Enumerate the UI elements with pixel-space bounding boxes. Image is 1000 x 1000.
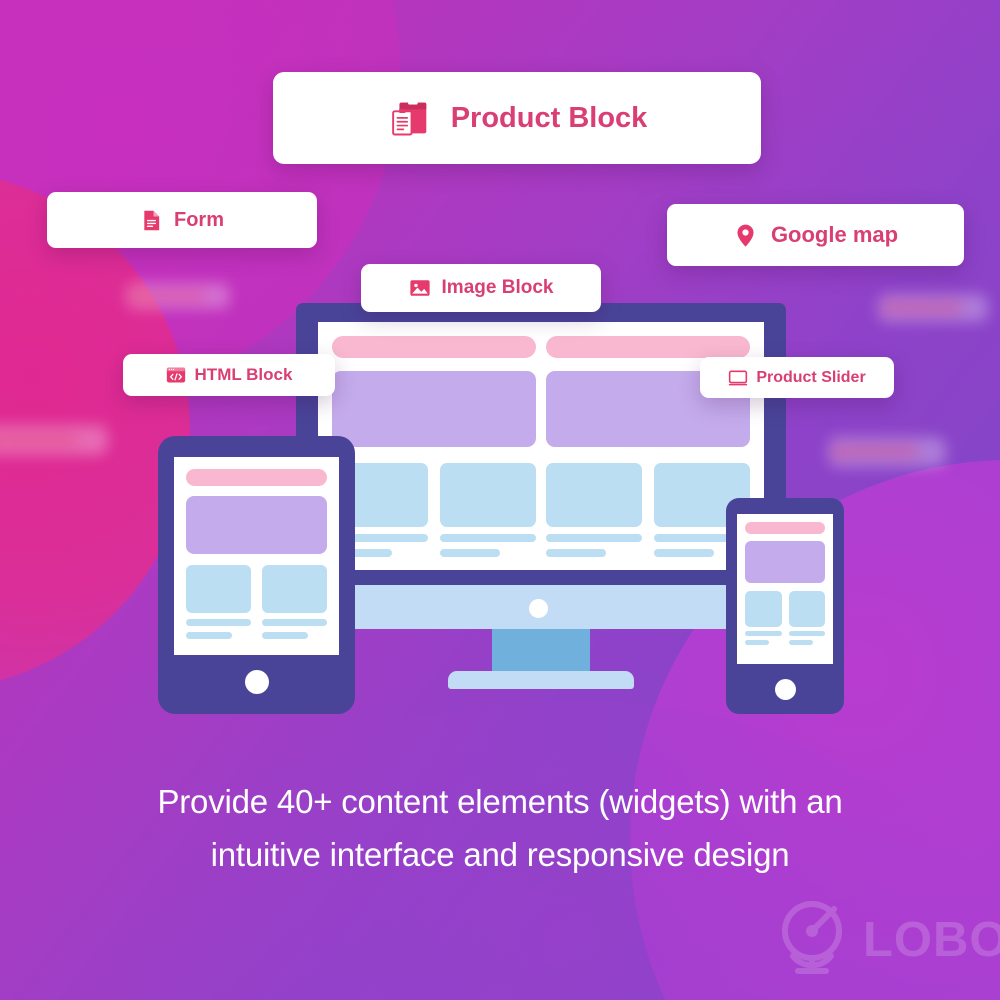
promo-caption: Provide 40+ content elements (widgets) w… — [60, 775, 940, 881]
phone-card-row — [745, 591, 825, 645]
monitor-column-left — [332, 336, 536, 557]
globe-stand-icon — [779, 898, 853, 981]
monitor-stand-neck — [492, 629, 590, 673]
monitor-heading-bar — [332, 336, 536, 358]
caption-line-2: intuitive interface and responsive desig… — [210, 836, 790, 873]
phone-heading-bar — [745, 522, 825, 534]
label-product-slider[interactable]: Product Slider — [700, 357, 894, 398]
promo-banner: HTML Block Product Slider Image Block Fo… — [0, 0, 1000, 1000]
tablet-card — [262, 565, 327, 639]
label-image-block[interactable]: Image Block — [361, 264, 601, 312]
phone-device — [726, 498, 844, 714]
label-product-block[interactable]: Product Block — [273, 72, 761, 164]
card-text-line — [186, 619, 251, 626]
label-text: HTML Block — [194, 365, 293, 384]
monitor-stand-base — [448, 671, 634, 689]
tablet-device — [158, 436, 355, 714]
monitor-card-row — [546, 463, 750, 557]
tablet-home-button[interactable] — [244, 670, 269, 694]
label-text: Google map — [770, 222, 899, 247]
monitor-card — [546, 463, 642, 557]
ghost-pill-left — [0, 425, 108, 455]
label-text: Image Block — [441, 277, 554, 298]
card-text-line — [745, 640, 770, 645]
card-thumbnail — [186, 565, 251, 613]
card-thumbnail — [745, 591, 782, 627]
phone-card — [788, 591, 825, 645]
ghost-pill-top-left — [126, 283, 230, 309]
card-text-line — [788, 640, 813, 645]
card-text-line — [745, 631, 782, 636]
card-thumbnail — [262, 565, 327, 613]
monitor-heading-bar — [546, 336, 750, 358]
card-thumbnail — [440, 463, 536, 527]
phone-content — [745, 522, 825, 645]
tablet-card — [186, 565, 251, 639]
label-text: Product Slider — [756, 368, 866, 386]
label-html-block[interactable]: HTML Block — [123, 354, 335, 396]
tablet-content — [186, 469, 327, 639]
monitor-card-row — [332, 463, 536, 557]
tablet-hero-block — [186, 496, 327, 554]
tablet-heading-bar — [186, 469, 327, 486]
tablet-screen — [174, 457, 339, 655]
phone-card — [745, 591, 782, 645]
card-thumbnail — [788, 591, 825, 627]
card-text-line — [262, 632, 308, 639]
monitor-card — [440, 463, 536, 557]
monitor-hero-block — [332, 371, 536, 447]
watermark: LOBO — [779, 898, 1000, 981]
ghost-pill-top-right — [878, 294, 988, 322]
monitor-power-indicator — [529, 599, 548, 618]
card-text-line — [186, 632, 232, 639]
card-text-line — [546, 549, 606, 557]
caption-line-1: Provide 40+ content elements (widgets) w… — [157, 783, 843, 820]
monitor-bezel — [296, 303, 786, 585]
card-text-line — [546, 534, 642, 542]
tablet-card-row — [186, 565, 327, 639]
product-box-icon — [387, 95, 433, 141]
card-text-line — [788, 631, 825, 636]
phone-screen — [737, 514, 833, 664]
card-text-line — [440, 549, 500, 557]
watermark-text: LOBO — [863, 912, 1000, 967]
map-pin-icon — [733, 223, 758, 248]
card-text-line — [440, 534, 536, 542]
label-google-map[interactable]: Google map — [667, 204, 964, 266]
code-window-icon — [166, 365, 186, 385]
ghost-pill-right — [828, 437, 946, 467]
label-text: Product Block — [450, 101, 648, 134]
card-text-line — [654, 549, 714, 557]
document-icon — [140, 209, 163, 232]
image-icon — [409, 277, 431, 299]
monitor-icon — [728, 368, 748, 388]
phone-home-button[interactable] — [775, 679, 796, 700]
card-thumbnail — [546, 463, 642, 527]
label-text: Form — [174, 208, 224, 231]
monitor-screen — [318, 322, 764, 570]
phone-hero-block — [745, 541, 825, 583]
label-form[interactable]: Form — [47, 192, 317, 248]
card-text-line — [262, 619, 327, 626]
